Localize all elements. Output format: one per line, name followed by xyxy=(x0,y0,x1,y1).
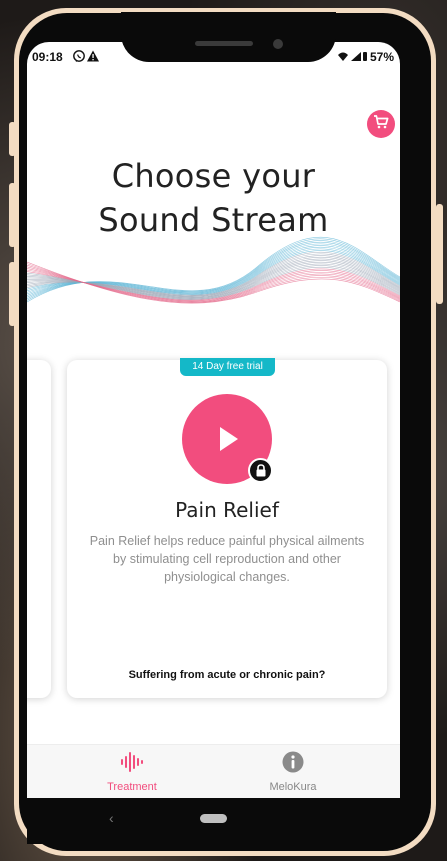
play-icon xyxy=(220,427,238,451)
status-time: 09:18 xyxy=(32,50,63,64)
card-description: Pain Relief helps reduce painful physica… xyxy=(89,534,365,584)
cart-button[interactable] xyxy=(367,110,395,138)
back-icon[interactable]: ‹ xyxy=(109,810,114,826)
speaker xyxy=(195,41,253,46)
lock-icon xyxy=(248,458,273,483)
nav-label-melokura: MeloKura xyxy=(269,781,317,793)
sound-wave-graphic xyxy=(27,237,400,304)
wave-line xyxy=(27,250,400,295)
title-line-1: Choose your xyxy=(111,157,316,195)
sound-stream-card-previous[interactable] xyxy=(27,360,51,698)
camera xyxy=(273,39,283,49)
status-notification-icons xyxy=(73,49,103,66)
bottom-navigation: Treatment MeloKura xyxy=(27,744,400,798)
nav-item-melokura[interactable]: MeloKura xyxy=(233,751,353,793)
cart-icon xyxy=(373,114,389,135)
sound-stream-card[interactable]: 14 Day free trial Pain Relief Pain Relie… xyxy=(67,358,387,698)
status-right: 57% xyxy=(337,50,394,64)
phone-side-button-4 xyxy=(436,204,443,304)
nav-label-treatment: Treatment xyxy=(107,781,157,793)
soundwave-icon xyxy=(120,752,144,777)
phone-notch xyxy=(121,12,336,62)
info-icon xyxy=(282,751,304,777)
nav-item-treatment[interactable]: Treatment xyxy=(72,751,192,793)
app-screen: 09:18 57% Choose your Sound Stream 14 Da… xyxy=(27,42,400,798)
home-pill[interactable] xyxy=(200,814,227,823)
card-title: Pain Relief xyxy=(175,498,279,522)
battery-level: 57% xyxy=(369,50,394,64)
system-navigation-bar: ‹ xyxy=(27,798,400,844)
card-question: Suffering from acute or chronic pain? xyxy=(128,669,326,681)
free-trial-badge: 14 Day free trial xyxy=(180,358,275,376)
